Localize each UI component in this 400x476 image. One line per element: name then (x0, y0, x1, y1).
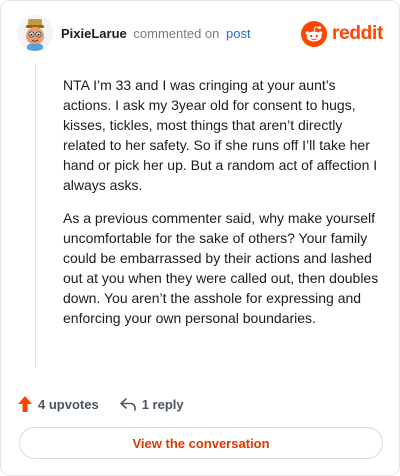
reddit-logo-icon (301, 21, 328, 47)
post-link[interactable]: post (226, 26, 251, 41)
embedded-comment-card: PixieLarue commented on post reddit NTA … (0, 0, 400, 476)
reddit-wordmark: reddit (332, 23, 383, 44)
reply-count: 1 reply (141, 396, 184, 412)
upvotes-count: 4 upvotes (38, 396, 99, 412)
view-conversation-button[interactable]: View the conversation (19, 427, 383, 459)
action-text: commented on (133, 26, 220, 41)
reply-arrow-icon (119, 398, 136, 411)
comment-paragraph: As a previous commenter said, why make y… (63, 210, 379, 326)
upvotes-button[interactable]: 4 upvotes (17, 395, 99, 413)
comment-header: PixieLarue commented on post reddit (17, 15, 383, 55)
user-avatar[interactable] (17, 15, 53, 51)
upvote-arrow-icon (18, 396, 32, 412)
comment-actions: 4 upvotes 1 reply (17, 393, 204, 415)
comment-byline: PixieLarue commented on post (61, 26, 251, 41)
reddit-logo[interactable]: reddit (301, 19, 383, 49)
comment-body: NTA I’m 33 and I was cringing at your au… (63, 75, 385, 341)
thread-line (35, 63, 36, 368)
comment-paragraph: NTA I’m 33 and I was cringing at your au… (63, 77, 378, 193)
reply-button[interactable]: 1 reply (119, 396, 184, 412)
author-name[interactable]: PixieLarue (61, 26, 127, 41)
